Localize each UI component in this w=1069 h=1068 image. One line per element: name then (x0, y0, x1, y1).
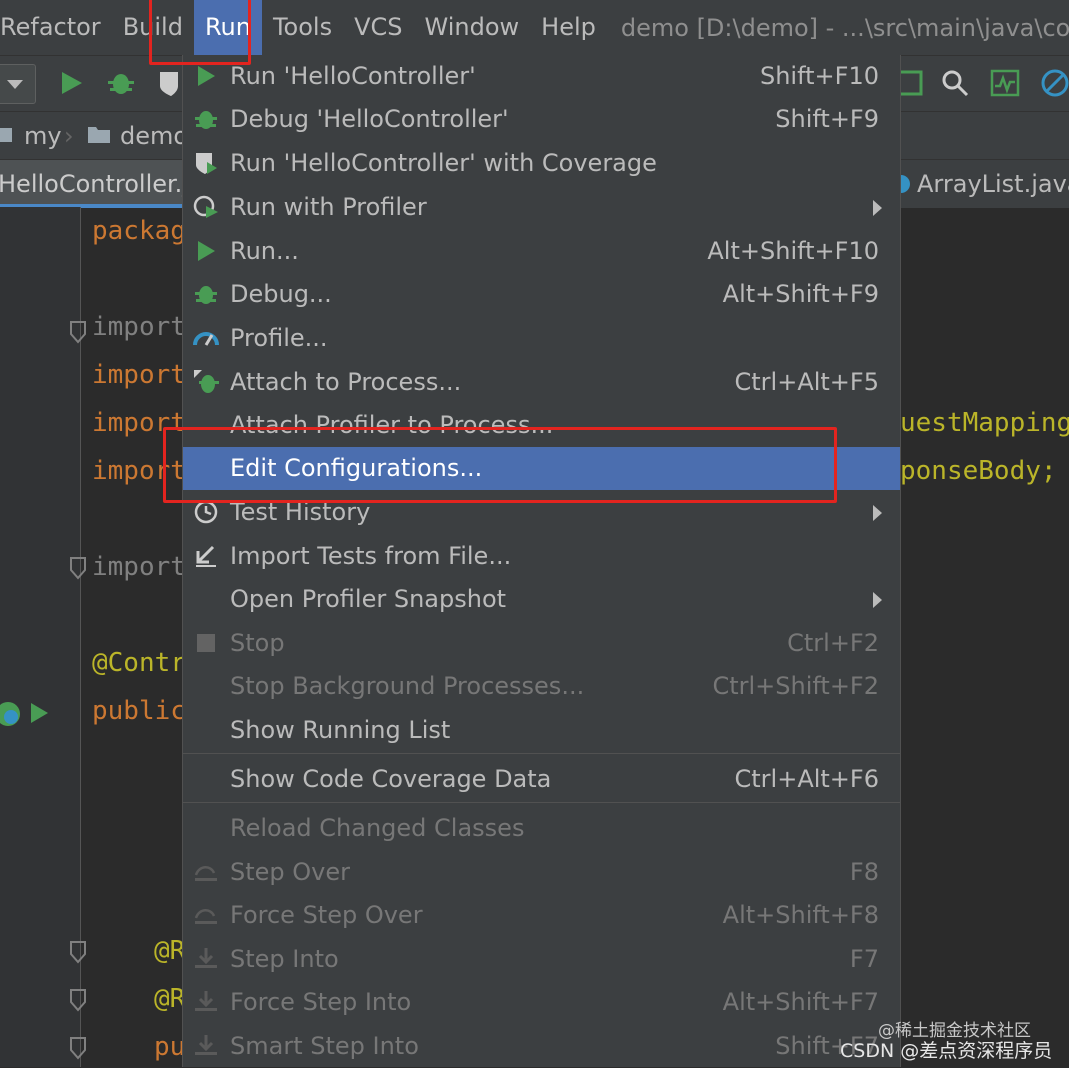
menu-item-run-with-profiler[interactable]: Run with Profiler (183, 186, 900, 229)
breadcrumb-demo[interactable]: demo (120, 112, 188, 160)
menu-item-force-step-over: Force Step Over Alt+Shift+F8 (183, 894, 900, 937)
menu-item-stop: Stop Ctrl+F2 (183, 622, 900, 665)
code-line: import (92, 360, 186, 390)
debug-icon (195, 111, 217, 129)
step-into-icon (195, 948, 217, 968)
menu-item-debug-hellocontroller[interactable]: Debug 'HelloController' Shift+F9 (183, 98, 900, 141)
menu-item-profile[interactable]: Profile... (183, 317, 900, 360)
run-gutter-icon[interactable] (28, 700, 50, 726)
menu-item-run-with-coverage[interactable]: Run 'HelloController' with Coverage (183, 142, 900, 185)
code-line: @R (154, 984, 186, 1014)
fold-icon[interactable] (68, 556, 88, 582)
code-line: packag (92, 216, 186, 246)
import-arrow-icon (196, 545, 216, 567)
menu-item-run-hellocontroller[interactable]: Run 'HelloController' Shift+F10 (183, 55, 900, 98)
code-line: @Contr (92, 648, 186, 678)
chevron-right-icon (873, 592, 882, 608)
menu-item-run-dots[interactable]: Run... Alt+Shift+F10 (183, 230, 900, 273)
breadcrumb-my[interactable]: my (24, 112, 62, 160)
tab-hellocontroller[interactable]: HelloController.java (0, 160, 233, 208)
run-icon (198, 66, 215, 86)
code-line: pu (154, 1032, 186, 1062)
menu-help[interactable]: Help (530, 0, 607, 55)
code-line: import (92, 312, 186, 342)
code-line: public (92, 696, 186, 726)
debug-icon[interactable] (106, 68, 136, 98)
menu-refactor[interactable]: Refactor (0, 0, 112, 55)
run-icon (198, 241, 215, 261)
force-step-into-icon (195, 991, 217, 1011)
highlight-edit-configurations (163, 427, 837, 503)
menu-item-import-tests[interactable]: Import Tests from File... (183, 535, 900, 578)
menu-item-attach-to-process[interactable]: Attach to Process... Ctrl+Alt+F5 (183, 361, 900, 404)
smart-step-into-icon (195, 1035, 217, 1055)
menu-divider (183, 753, 900, 754)
profile-gauge-icon (193, 332, 219, 346)
menu-item-force-step-into: Force Step Into Alt+Shift+F7 (183, 981, 900, 1024)
highlight-run-menu (149, 0, 251, 65)
watermark: CSDN @差点资深程序员 (840, 1040, 1053, 1062)
fold-icon[interactable] (68, 940, 88, 966)
code-line: import (92, 552, 186, 582)
profiler-run-icon (193, 195, 218, 218)
spring-bean-icon[interactable] (0, 700, 22, 728)
menu-vcs[interactable]: VCS (343, 0, 413, 55)
power-save-icon[interactable] (1040, 68, 1069, 98)
code-line: uestMapping (900, 408, 1069, 438)
menu-item-open-profiler-snapshot[interactable]: Open Profiler Snapshot (183, 578, 900, 621)
menu-tools[interactable]: Tools (262, 0, 343, 55)
step-over-icon (194, 866, 217, 881)
chevron-right-icon (873, 505, 882, 521)
fold-icon[interactable] (68, 988, 88, 1014)
menu-item-show-code-coverage[interactable]: Show Code Coverage Data Ctrl+Alt+F6 (183, 758, 900, 801)
coverage-icon (196, 153, 217, 174)
code-line: ponseBody; (900, 456, 1057, 486)
fold-icon[interactable] (68, 1036, 88, 1062)
run-menu: Run 'HelloController' Shift+F10 Debug 'H… (182, 55, 901, 1067)
run-config-dropdown[interactable] (0, 64, 36, 104)
activity-monitor-icon[interactable] (990, 68, 1020, 98)
fold-icon[interactable] (68, 320, 88, 346)
menu-divider (183, 802, 900, 803)
code-line: @R (154, 936, 186, 966)
attach-debug-icon (194, 370, 219, 393)
search-icon[interactable] (940, 68, 970, 98)
menu-item-smart-step-into: Smart Step Into Shift+F7 (183, 1025, 900, 1068)
force-step-over-icon (194, 909, 217, 924)
folder-icon (88, 127, 110, 143)
chevron-right-icon: › (64, 122, 74, 150)
window-title: demo [D:\demo] - ...\src\main\java\com\ (620, 13, 1069, 42)
menu-item-reload-classes: Reload Changed Classes (230, 814, 525, 842)
menu-item-step-over: Step Over F8 (183, 851, 900, 894)
debug-icon (195, 286, 217, 304)
menu-window[interactable]: Window (414, 0, 531, 55)
menu-item-stop-background: Stop Background Processes... Ctrl+Shift+… (230, 672, 879, 700)
menu-item-step-into: Step Into F7 (183, 938, 900, 981)
menu-item-show-running-list[interactable]: Show Running List (183, 709, 900, 752)
menu-item-debug-dots[interactable]: Debug... Alt+Shift+F9 (183, 273, 900, 316)
stop-icon (197, 634, 215, 652)
run-icon[interactable] (56, 68, 86, 98)
tab-arraylist[interactable]: ArrayList.java (917, 160, 1069, 208)
folder-icon (0, 128, 12, 142)
chevron-right-icon (873, 200, 882, 216)
